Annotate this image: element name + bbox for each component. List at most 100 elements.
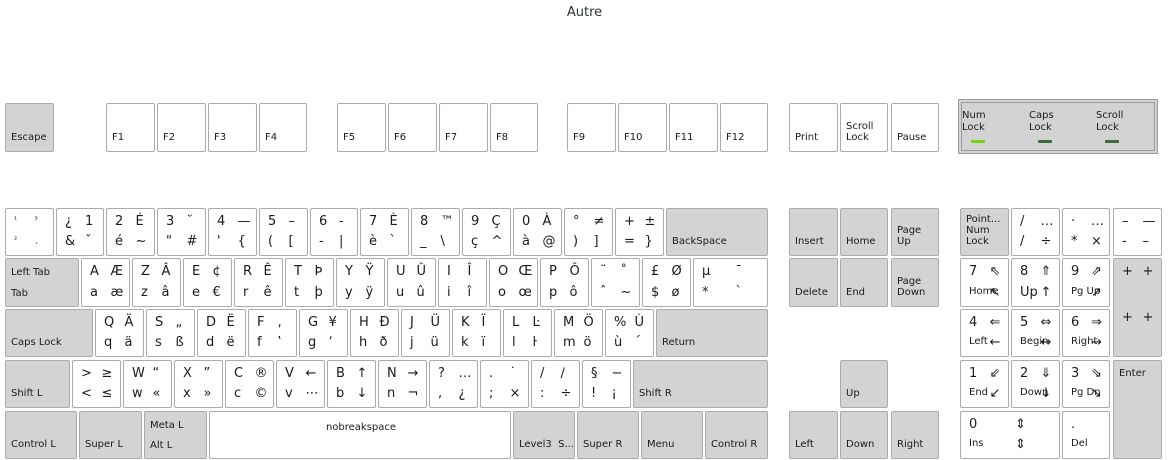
key-f8[interactable]: F8 xyxy=(490,103,538,152)
key-kcomma[interactable]: ? …, ¿ xyxy=(429,360,478,408)
key-altl[interactable]: Meta L Alt L xyxy=(144,411,207,459)
key-superl[interactable]: Super L xyxy=(79,411,142,459)
key-kb[interactable]: B ↑ b ↓ xyxy=(327,360,376,408)
key-f3[interactable]: F3 xyxy=(208,103,257,152)
key-kx[interactable]: X ” x » xyxy=(174,360,223,408)
key-k9[interactable]: 9 Çç ^ xyxy=(462,208,511,256)
key-kpdec[interactable]: . Del xyxy=(1062,411,1110,459)
key-kn[interactable]: N → n ¬ xyxy=(378,360,427,408)
key-f12[interactable]: F12 xyxy=(720,103,768,152)
key-f6[interactable]: F6 xyxy=(388,103,437,152)
key-kpdiv[interactable]: / … / ÷ xyxy=(1011,208,1060,256)
key-ky[interactable]: YŸyÿ xyxy=(336,258,385,307)
key-k8[interactable]: 8 ™ _ \ xyxy=(411,208,460,256)
key-pageup[interactable]: Page Up xyxy=(891,208,939,256)
key-kf[interactable]: F ‚ f ‛ xyxy=(248,309,297,357)
key-menu[interactable]: Menu xyxy=(641,411,703,459)
key-kp1[interactable]: 1 ⇙ End ↙ xyxy=(960,360,1009,408)
key-print[interactable]: Print xyxy=(789,103,838,152)
key-k5[interactable]: 5–([ xyxy=(259,208,308,256)
key-kq[interactable]: QÄqä xyxy=(95,309,144,357)
key-f2[interactable]: F2 xyxy=(157,103,206,152)
key-shiftr[interactable]: Shift R xyxy=(633,360,768,408)
key-kp9[interactable]: 9 ⇗ Pg Up ↗ xyxy=(1062,258,1110,307)
key-kr[interactable]: RÊrê xyxy=(234,258,283,307)
key-k3[interactable]: 3 ˘ " # xyxy=(157,208,206,256)
key-kpadd[interactable]: + + + + xyxy=(1113,258,1162,357)
key-kequal[interactable]: + ± =} xyxy=(615,208,664,256)
key-f5[interactable]: F5 xyxy=(337,103,386,152)
key-end[interactable]: End xyxy=(840,258,888,307)
key-delete[interactable]: Delete xyxy=(789,258,838,307)
key-kz[interactable]: ZÂzâ xyxy=(132,258,181,307)
key-kd[interactable]: DËdë xyxy=(197,309,246,357)
key-f9[interactable]: F9 xyxy=(567,103,616,152)
key-kp4[interactable]: 4 ⇐ Left ← xyxy=(960,309,1009,357)
key-home[interactable]: Home xyxy=(840,208,888,256)
key-kless[interactable]: > ≥ < ≤ xyxy=(72,360,121,408)
key-k1[interactable]: ¿ 1 & ˇ xyxy=(56,208,104,256)
key-kp8[interactable]: 8 ⇑ Up ↑ xyxy=(1011,258,1060,307)
key-f10[interactable]: F10 xyxy=(618,103,667,152)
key-escape[interactable]: Escape xyxy=(5,103,54,152)
key-numlock[interactable]: Point... Num Lock xyxy=(960,208,1009,256)
key-f7[interactable]: F7 xyxy=(439,103,488,152)
key-kw[interactable]: W “ w « xyxy=(123,360,172,408)
key-shiftl[interactable]: Shift L xyxy=(5,360,70,408)
key-k4[interactable]: 4 — ' { xyxy=(208,208,257,256)
key-ke[interactable]: E ¢ e € xyxy=(183,258,232,307)
key-kpmul[interactable]: · … * × xyxy=(1062,208,1110,256)
key-kp2[interactable]: 2 ⇓ Down ↓ xyxy=(1011,360,1060,408)
key-f11[interactable]: F11 xyxy=(669,103,718,152)
key-kquote[interactable]: % Ùù ´ xyxy=(605,309,654,357)
key-return[interactable]: Return xyxy=(656,309,768,357)
key-ka[interactable]: AÆaæ xyxy=(81,258,130,307)
key-km[interactable]: MÖmö xyxy=(554,309,603,357)
key-kpsub[interactable]: – — - – xyxy=(1113,208,1162,256)
key-kl[interactable]: LĿl ŀ xyxy=(503,309,552,357)
key-kbracketl[interactable]: ¨ ˚ ˆ ~ xyxy=(591,258,640,307)
key-space[interactable]: nobreakspace xyxy=(209,411,511,459)
key-right[interactable]: Right xyxy=(891,411,939,459)
key-f1[interactable]: F1 xyxy=(106,103,155,152)
key-pause[interactable]: Pause xyxy=(891,103,939,152)
key-k0[interactable]: 0 Àà @ xyxy=(513,208,562,256)
key-ksemi[interactable]: . ˙; × xyxy=(480,360,529,408)
key-ctrll[interactable]: Control L xyxy=(5,411,77,459)
key-kbracketr[interactable]: £ Ø $ ø xyxy=(642,258,691,307)
key-k7[interactable]: 7 Èè ` xyxy=(360,208,409,256)
key-kv[interactable]: V ← v ⋯ xyxy=(276,360,325,408)
key-left[interactable]: Left xyxy=(789,411,838,459)
key-k2[interactable]: 2 Éé ~ xyxy=(106,208,155,256)
key-kt[interactable]: TÞtþ xyxy=(285,258,334,307)
key-insert[interactable]: Insert xyxy=(789,208,838,256)
key-kc[interactable]: C ® c © xyxy=(225,360,274,408)
key-f4[interactable]: F4 xyxy=(259,103,307,152)
key-kpenter[interactable]: Enter xyxy=(1113,360,1162,459)
key-kcolon[interactable]: / ∕: ÷ xyxy=(531,360,580,408)
key-up[interactable]: Up xyxy=(840,360,888,408)
key-ku[interactable]: UÛuû xyxy=(387,258,436,307)
key-ks[interactable]: S „ s ß xyxy=(146,309,195,357)
key-kp7[interactable]: 7 ⇖ Home ↖ xyxy=(960,258,1009,307)
key-kp6[interactable]: 6 ⇒ Right → xyxy=(1062,309,1110,357)
key-k6[interactable]: 6 ‑ - | xyxy=(310,208,358,256)
key-kj[interactable]: J Üj ü xyxy=(401,309,450,357)
key-kp0[interactable]: 0 ⇕ Ins ⇕ xyxy=(960,411,1060,459)
key-kp3[interactable]: 3 ⇘ Pg Dn ↘ xyxy=(1062,360,1110,408)
key-ko[interactable]: OŒoœ xyxy=(489,258,538,307)
key-scroll[interactable]: Scroll Lock xyxy=(840,103,888,152)
key-superr[interactable]: Super R xyxy=(577,411,639,459)
key-ki[interactable]: I Îiî xyxy=(438,258,487,307)
key-kreturn2[interactable]: µ ¯ * ` xyxy=(693,258,768,307)
key-backspace[interactable]: BackSpace xyxy=(666,208,768,256)
key-kk[interactable]: KÏkï xyxy=(452,309,501,357)
key-level3[interactable]: Level3 S... xyxy=(513,411,575,459)
key-kexcl[interactable]: § −! ¡ xyxy=(582,360,631,408)
key-kminus[interactable]: ° ≠)] xyxy=(564,208,613,256)
key-kp[interactable]: PÔpô xyxy=(540,258,589,307)
key-down[interactable]: Down xyxy=(840,411,888,459)
key-kp5[interactable]: 5 ⇔ Begin ↔ xyxy=(1011,309,1060,357)
key-tab[interactable]: Left Tab Tab xyxy=(5,258,79,307)
key-pagedown[interactable]: Page Down xyxy=(891,258,939,307)
